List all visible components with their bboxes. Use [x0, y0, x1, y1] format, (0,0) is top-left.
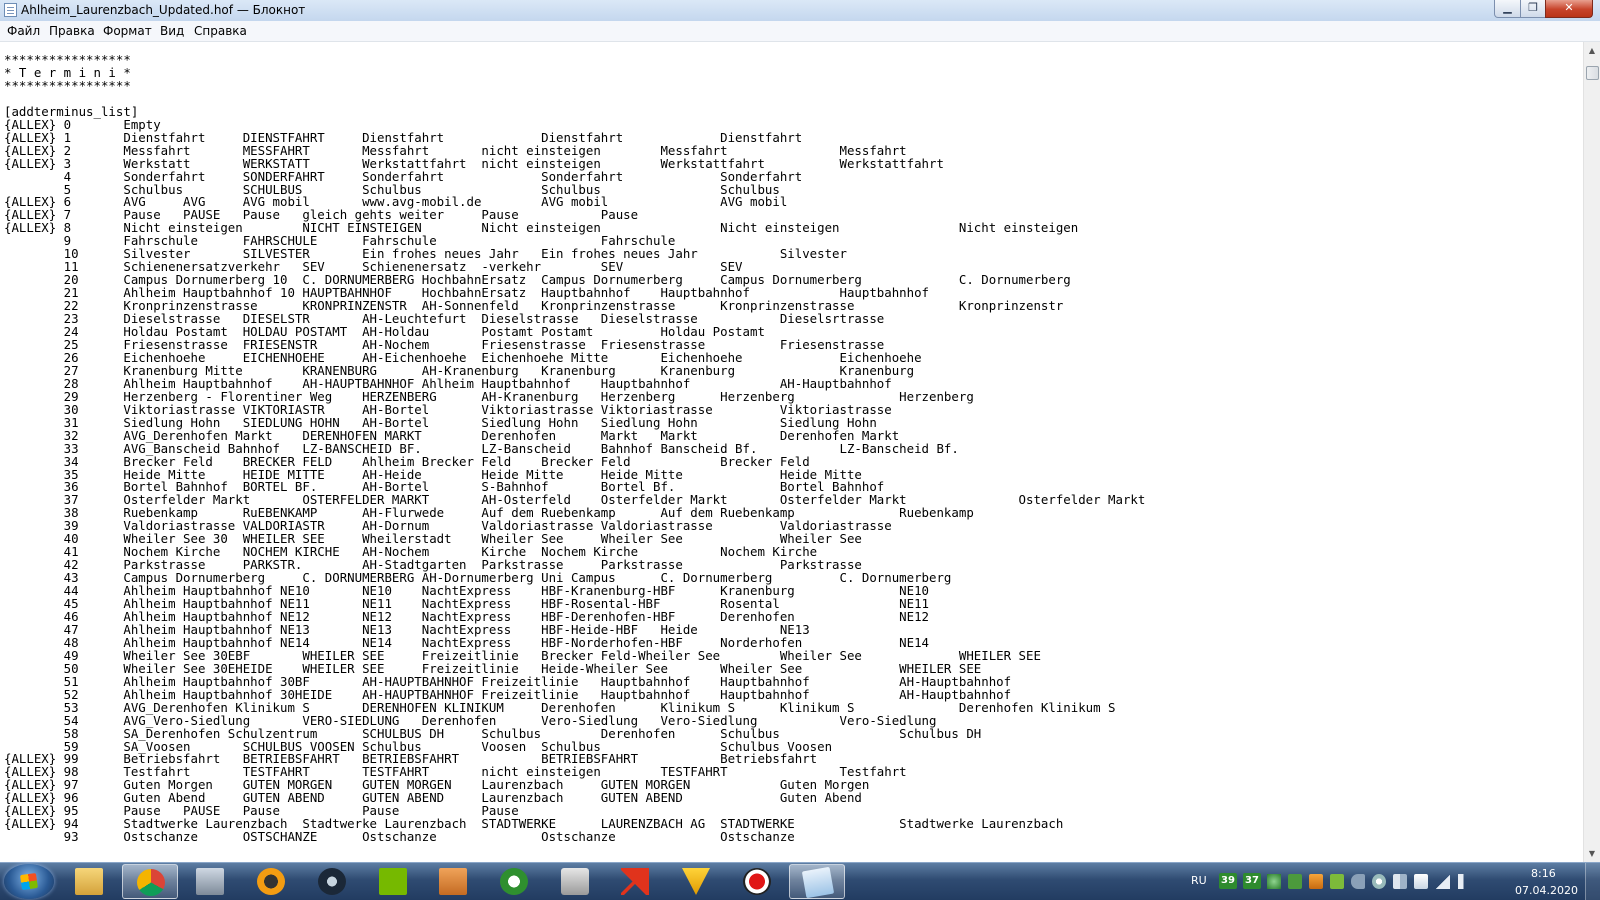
- speaker-app-icon[interactable]: [1351, 874, 1365, 889]
- taskbar-button[interactable]: [668, 864, 724, 899]
- chrome-icon: [136, 869, 165, 896]
- temperature-badge-1[interactable]: 39: [1219, 873, 1237, 889]
- text-editor-area[interactable]: ***************** * T e r m i n i * ****…: [0, 42, 1583, 862]
- nvidia-tray-icon[interactable]: [1330, 874, 1344, 889]
- scroll-up-arrow-icon[interactable]: ▲: [1584, 42, 1600, 59]
- computer-icon: [196, 868, 225, 895]
- show-desktop-button[interactable]: [1585, 863, 1600, 900]
- tray-app-icon-5[interactable]: [1393, 874, 1407, 889]
- taskbar-button[interactable]: [182, 864, 238, 899]
- restore-icon: ❐: [1528, 1, 1538, 14]
- document-text[interactable]: ***************** * T e r m i n i * ****…: [4, 53, 1145, 844]
- menu-edit[interactable]: Правка: [49, 24, 95, 38]
- taskbar-button[interactable]: [729, 864, 785, 899]
- vertical-scrollbar[interactable]: ▲ ▼: [1583, 42, 1600, 862]
- minimize-icon: ▁: [1503, 1, 1512, 14]
- tray-app-icon-1[interactable]: [1267, 874, 1281, 889]
- box-icon: [439, 868, 468, 895]
- notepad-window: Ahlheim_Laurenzbach_Updated.hof — Блокно…: [0, 0, 1600, 862]
- nvidia-icon: [378, 868, 407, 895]
- record-icon: [742, 868, 771, 895]
- app-orange-icon: [257, 868, 286, 895]
- taskbar-button[interactable]: [61, 864, 117, 899]
- tray-app-icon-4[interactable]: [1372, 874, 1386, 889]
- menu-bar: Файл Правка Формат Вид Справка: [0, 21, 1600, 42]
- taskbar-button[interactable]: [425, 864, 481, 899]
- steam-icon: [317, 868, 346, 895]
- action-center-flag-icon[interactable]: [1414, 874, 1428, 889]
- taskbar-button[interactable]: [547, 864, 603, 899]
- taskbar-button[interactable]: [486, 864, 542, 899]
- scrollbar-thumb[interactable]: [1586, 66, 1599, 80]
- taskbar: RU 39 37 8:16 07.04.2020: [0, 862, 1600, 900]
- close-icon: ✕: [1564, 1, 1574, 14]
- window-title: Ahlheim_Laurenzbach_Updated.hof — Блокно…: [21, 3, 306, 17]
- taskbar-button[interactable]: [243, 864, 299, 899]
- title-bar[interactable]: Ahlheim_Laurenzbach_Updated.hof — Блокно…: [0, 0, 1600, 21]
- taskbar-button[interactable]: [304, 864, 360, 899]
- start-button[interactable]: [4, 864, 54, 899]
- close-button[interactable]: ✕: [1545, 0, 1593, 18]
- taskbar-button[interactable]: [607, 864, 663, 899]
- menu-help[interactable]: Справка: [194, 24, 247, 38]
- network-icon[interactable]: [1436, 874, 1450, 889]
- clock-time[interactable]: 8:16: [1531, 867, 1556, 880]
- v-app-icon: [682, 868, 710, 895]
- explorer-icon: [75, 868, 103, 895]
- volume-icon[interactable]: [1458, 874, 1472, 889]
- notepad-icon: [802, 866, 835, 899]
- temperature-badge-2[interactable]: 37: [1243, 873, 1261, 889]
- drive-icon: [560, 868, 589, 895]
- maximize-button[interactable]: ❐: [1520, 0, 1546, 18]
- menu-view[interactable]: Вид: [160, 24, 184, 38]
- taskbar-button[interactable]: [365, 864, 421, 899]
- scroll-down-arrow-icon[interactable]: ▼: [1584, 845, 1600, 862]
- minimize-button[interactable]: ▁: [1494, 0, 1521, 18]
- clock-date[interactable]: 07.04.2020: [1515, 884, 1578, 897]
- taskbar-button[interactable]: [789, 864, 846, 899]
- tray-app-icon-2[interactable]: [1288, 874, 1302, 889]
- menu-format[interactable]: Формат: [103, 24, 152, 38]
- xbox-icon: [499, 868, 528, 895]
- notepad-app-icon[interactable]: [4, 3, 17, 17]
- taskbar-button[interactable]: [121, 864, 178, 899]
- menu-file[interactable]: Файл: [7, 24, 40, 38]
- arrow-red-icon: [621, 868, 650, 895]
- language-indicator[interactable]: RU: [1191, 874, 1207, 887]
- tray-app-icon-3[interactable]: [1309, 874, 1323, 889]
